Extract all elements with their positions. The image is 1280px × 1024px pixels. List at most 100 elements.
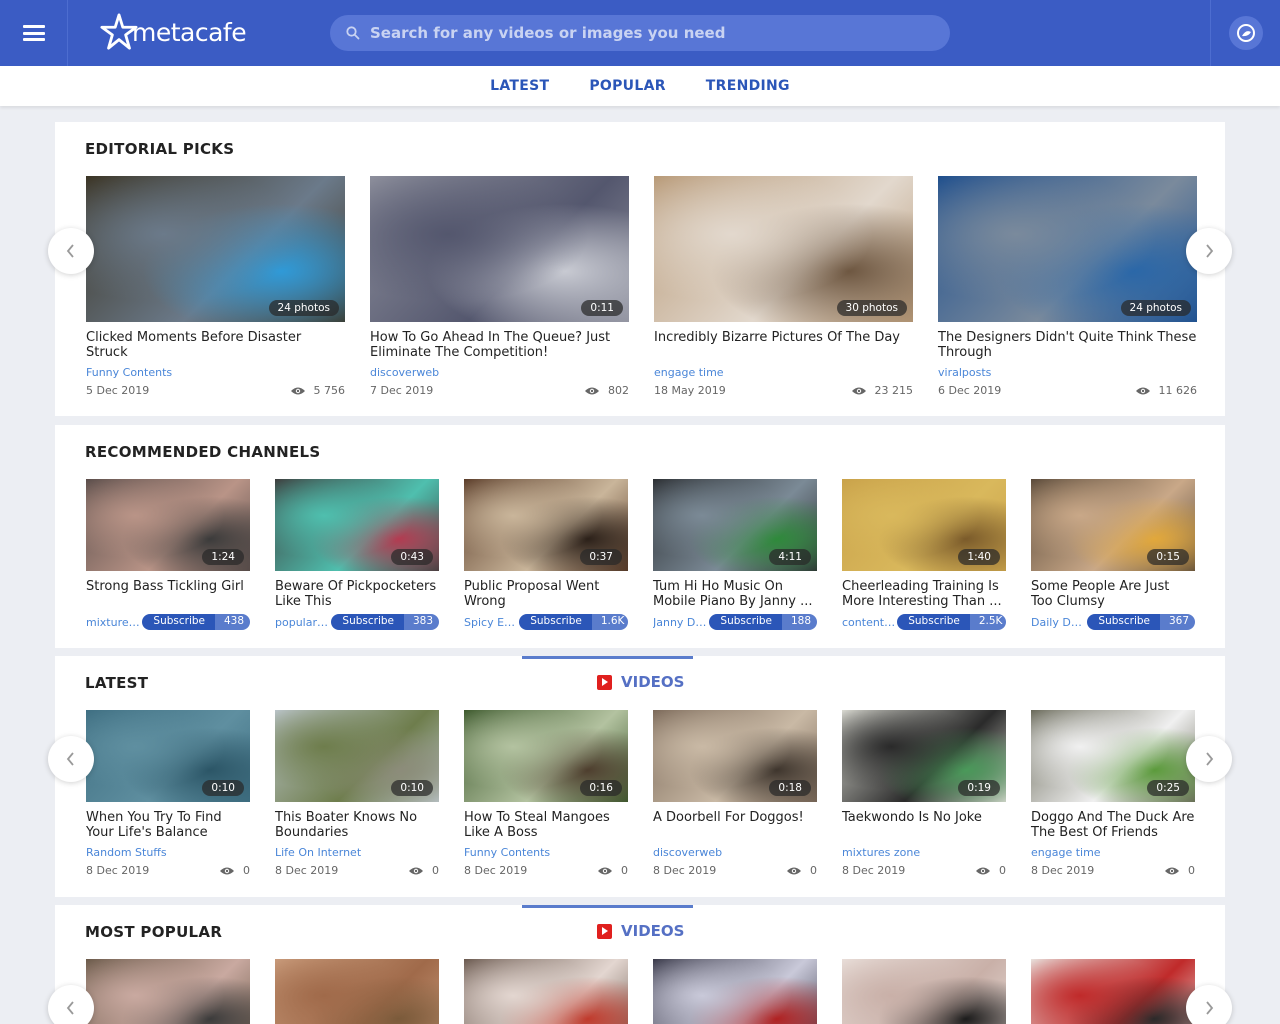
eye-icon	[220, 867, 234, 874]
popular-prev-button[interactable]	[48, 985, 94, 1024]
editorial-thumbnail[interactable]: 30 photos	[654, 176, 913, 322]
card-title[interactable]: Public Proposal Went Wrong	[464, 579, 628, 609]
video-thumbnail[interactable]: 0:10	[275, 710, 439, 802]
card-channel-link[interactable]: popular videos	[275, 616, 331, 629]
card-title[interactable]: The Designers Didn't Quite Think These T…	[938, 330, 1197, 360]
card-title[interactable]: Beware Of Pickpocketers Like This	[275, 579, 439, 609]
view-count: 0	[743, 864, 817, 877]
card-channel-link[interactable]: Random Stuffs	[86, 846, 167, 859]
view-count-value: 5 756	[313, 384, 346, 397]
view-count-value: 0	[810, 864, 817, 877]
editorial-picks-panel: EDITORIAL PICKS 24 photos Clicked Moment…	[55, 122, 1225, 416]
duration-badge: 0:10	[202, 780, 244, 796]
eye-icon	[290, 387, 305, 394]
video-icon	[597, 674, 612, 690]
popular-video-thumbnail[interactable]	[464, 959, 628, 1024]
latest-title: LATEST	[85, 674, 149, 692]
media-count-badge: 24 photos	[268, 300, 339, 316]
card-channel-link[interactable]: engage time	[654, 366, 724, 379]
subscribe-button[interactable]: Subscribe 188	[709, 614, 817, 630]
subscribe-button[interactable]: Subscribe 2.5K	[897, 614, 1006, 630]
video-thumbnail[interactable]: 0:16	[464, 710, 628, 802]
view-count: 0	[1121, 864, 1195, 877]
popular-video-thumbnail[interactable]	[86, 959, 250, 1024]
subscribe-button[interactable]: Subscribe 1.6K	[519, 614, 628, 630]
subscribe-button[interactable]: Subscribe 383	[331, 614, 439, 630]
channel-video-thumbnail[interactable]: 0:37	[464, 479, 628, 571]
view-count-value: 11 626	[1158, 384, 1198, 397]
nav-popular-link[interactable]: POPULAR	[589, 78, 665, 94]
card-channel-link[interactable]: viralposts	[938, 366, 991, 379]
channel-video-thumbnail[interactable]: 1:24	[86, 479, 250, 571]
card-title[interactable]: Strong Bass Tickling Girl	[86, 579, 250, 594]
popular-video-thumbnail[interactable]	[653, 959, 817, 1024]
subscribe-button[interactable]: Subscribe 367	[1087, 614, 1195, 630]
card-title[interactable]: Cheerleading Training Is More Interestin…	[842, 579, 1006, 609]
card-title[interactable]: How To Go Ahead In The Queue? Just Elimi…	[370, 330, 629, 360]
subscribe-label: Subscribe	[142, 614, 215, 630]
editorial-thumbnail[interactable]: 0:11	[370, 176, 629, 322]
chevron-right-icon	[1206, 1001, 1214, 1015]
metacafe-logo[interactable]: metacafe	[100, 8, 247, 56]
card-date: 7 Dec 2019	[370, 384, 434, 397]
latest-panel: LATEST VIDEOS 0:10 When You Try To Find …	[55, 656, 1225, 897]
search-bar[interactable]	[330, 15, 950, 51]
card-channel-link[interactable]: Funny Contents	[86, 366, 172, 379]
latest-next-button[interactable]	[1186, 736, 1232, 782]
card-channel-link[interactable]: Spicy Entertainment	[464, 616, 519, 629]
video-thumbnail[interactable]: 0:18	[653, 710, 817, 802]
video-thumbnail[interactable]: 0:10	[86, 710, 250, 802]
latest-prev-button[interactable]	[48, 736, 94, 782]
editorial-thumbnail[interactable]: 24 photos	[86, 176, 345, 322]
card-title[interactable]: This Boater Knows No Boundaries	[275, 810, 439, 840]
card-channel-link[interactable]: discoverweb	[653, 846, 722, 859]
nav-latest-link[interactable]: LATEST	[490, 78, 549, 94]
video-thumbnail[interactable]: 0:19	[842, 710, 1006, 802]
view-count: 0	[932, 864, 1006, 877]
popular-video-thumbnail[interactable]	[1031, 959, 1195, 1024]
hamburger-menu-button[interactable]	[0, 0, 68, 66]
view-count-value: 23 215	[874, 384, 914, 397]
editorial-thumbnail[interactable]: 24 photos	[938, 176, 1197, 322]
card-title[interactable]: How To Steal Mangoes Like A Boss	[464, 810, 628, 840]
card-title[interactable]: Taekwondo Is No Joke	[842, 810, 1006, 825]
card-channel-link[interactable]: engage time	[1031, 846, 1101, 859]
card-title[interactable]: Doggo And The Duck Are The Best Of Frien…	[1031, 810, 1195, 840]
card-title[interactable]: Clicked Moments Before Disaster Struck	[86, 330, 345, 360]
card-channel-link[interactable]: Life On Internet	[275, 846, 361, 859]
card-channel-link[interactable]: mixtures zone	[842, 846, 920, 859]
user-account-button[interactable]	[1228, 16, 1263, 50]
channel-video-thumbnail[interactable]: 1:40	[842, 479, 1006, 571]
card-title[interactable]: Some People Are Just Too Clumsy	[1031, 579, 1195, 609]
card-channel-link[interactable]: mixtures zone	[86, 616, 142, 629]
channel-video-thumbnail[interactable]: 0:43	[275, 479, 439, 571]
video-thumbnail[interactable]: 0:25	[1031, 710, 1195, 802]
subscriber-count: 2.5K	[969, 614, 1006, 630]
card-title[interactable]: When You Try To Find Your Life's Balance	[86, 810, 250, 840]
popular-video-thumbnail[interactable]	[842, 959, 1006, 1024]
card-title[interactable]: A Doorbell For Doggos!	[653, 810, 817, 825]
chevron-left-icon	[66, 244, 74, 258]
card-channel-link[interactable]: discoverweb	[370, 366, 439, 379]
card-channel-link[interactable]: content zone	[842, 616, 897, 629]
popular-video-thumbnail[interactable]	[275, 959, 439, 1024]
card-channel-link[interactable]: Funny Contents	[464, 846, 550, 859]
channel-video-thumbnail[interactable]: 4:11	[653, 479, 817, 571]
editorial-picks-title: EDITORIAL PICKS	[85, 140, 235, 158]
card-channel-link[interactable]: Daily Dose	[1031, 616, 1087, 629]
popular-next-button[interactable]	[1186, 985, 1232, 1024]
view-count: 0	[365, 864, 439, 877]
card-title[interactable]: Incredibly Bizarre Pictures Of The Day	[654, 330, 913, 345]
eye-icon	[585, 387, 599, 394]
nav-trending-link[interactable]: TRENDING	[706, 78, 790, 94]
channel-subscribe-row: Daily Dose Subscribe 367	[1031, 614, 1195, 630]
view-count: 23 215	[794, 384, 913, 397]
card-channel-link[interactable]: Janny Dolly	[653, 616, 709, 629]
editorial-next-button[interactable]	[1186, 228, 1232, 274]
channel-video-thumbnail[interactable]: 0:15	[1031, 479, 1195, 571]
search-input[interactable]	[370, 24, 930, 42]
card-title[interactable]: Tum Hi Ho Music On Mobile Piano By Janny…	[653, 579, 817, 609]
subscribe-button[interactable]: Subscribe 438	[142, 614, 250, 630]
editorial-prev-button[interactable]	[48, 228, 94, 274]
card-date: 8 Dec 2019	[842, 864, 906, 877]
